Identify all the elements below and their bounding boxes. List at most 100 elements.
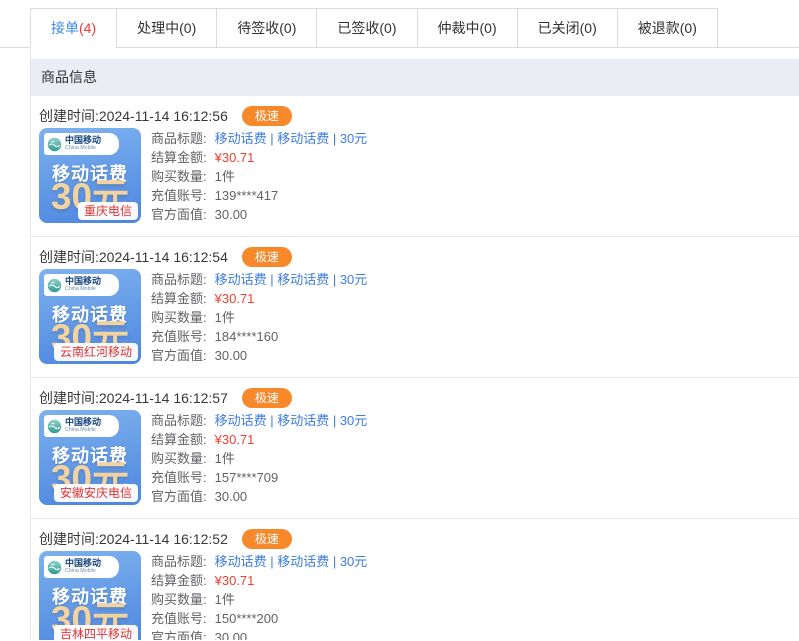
recharge-account-value: 150****200 (215, 609, 279, 628)
tab-received[interactable]: 已签收(0) (316, 8, 417, 48)
order-created-row: 创建时间:2024-11-14 16:12:56 极速 (39, 105, 799, 126)
tab-count: (4) (79, 20, 96, 36)
face-value-label: 官方面值: (151, 346, 207, 365)
recharge-account-label: 充值账号: (151, 327, 207, 346)
recharge-account-label: 充值账号: (151, 609, 207, 628)
product-title-link[interactable]: 移动话费 | 移动话费 | 30元 (215, 129, 368, 148)
settlement-amount-label: 结算金额: (151, 430, 207, 449)
face-value-value: 30.00 (215, 628, 248, 640)
face-value-value: 30.00 (215, 205, 248, 224)
brand-name-en: China Mobile (65, 427, 96, 432)
china-mobile-icon (47, 137, 62, 152)
tab-count: (0) (580, 20, 597, 36)
order-details: 商品标题: 移动话费 | 移动话费 | 30元 结算金额: ¥30.71 购买数量:… (151, 128, 367, 224)
settlement-amount-label: 结算金额: (151, 289, 207, 308)
speed-badge: 极速 (242, 247, 292, 267)
tab-label: 待签收 (237, 20, 279, 36)
quantity-value: 1件 (215, 167, 235, 186)
face-value-value: 30.00 (215, 487, 248, 506)
product-image[interactable]: 中国移动 China Mobile 移动话费 30元 云南红河移动 (39, 269, 141, 364)
tab-count: (0) (480, 20, 497, 36)
settlement-amount-value: ¥30.71 (215, 289, 255, 308)
created-time-label: 创建时间: (39, 388, 99, 408)
tab-label: 处理中 (137, 20, 179, 36)
section-header: 商品信息 (31, 59, 799, 96)
speed-badge: 极速 (242, 388, 292, 408)
settlement-amount-value: ¥30.71 (215, 571, 255, 590)
product-title-label: 商品标题: (151, 129, 207, 148)
speed-badge: 极速 (242, 529, 292, 549)
card-region-tag: 重庆电信 (78, 202, 138, 220)
settlement-amount-value: ¥30.71 (215, 148, 255, 167)
order-details: 商品标题:移动话费 | 移动话费 | 30元 结算金额:¥30.71 购买数量:… (151, 269, 367, 365)
product-title-link[interactable]: 移动话费 | 移动话费 | 30元 (215, 411, 368, 430)
tab-label: 已关闭 (538, 20, 580, 36)
china-mobile-icon (47, 278, 62, 293)
speed-badge: 极速 (242, 106, 292, 126)
tab-count: (0) (680, 20, 697, 36)
quantity-label: 购买数量: (151, 449, 207, 468)
china-mobile-logo: 中国移动 China Mobile (44, 415, 119, 437)
order-item: 创建时间:2024-11-14 16:12:56 极速 中国移动 China M… (31, 96, 799, 237)
quantity-value: 1件 (215, 308, 235, 327)
face-value-label: 官方面值: (151, 628, 207, 640)
product-title-label: 商品标题: (151, 411, 207, 430)
product-title-link[interactable]: 移动话费 | 移动话费 | 30元 (215, 270, 368, 289)
order-created-row: 创建时间:2024-11-14 16:12:57 极速 (39, 387, 799, 408)
china-mobile-logo: 中国移动 China Mobile (44, 274, 119, 296)
product-title-link[interactable]: 移动话费 | 移动话费 | 30元 (215, 552, 368, 571)
tab-label: 已签收 (337, 20, 379, 36)
tab-processing[interactable]: 处理中(0) (116, 8, 217, 48)
brand-name-en: China Mobile (65, 145, 96, 150)
product-image[interactable]: 中国移动 China Mobile 移动话费 30元 重庆电信 (39, 128, 141, 223)
created-time-label: 创建时间: (39, 247, 99, 267)
quantity-value: 1件 (215, 449, 235, 468)
settlement-amount-label: 结算金额: (151, 148, 207, 167)
quantity-label: 购买数量: (151, 167, 207, 186)
product-title-label: 商品标题: (151, 552, 207, 571)
china-mobile-logo: 中国移动 China Mobile (44, 133, 119, 155)
order-item: 创建时间:2024-11-14 16:12:57 极速 中国移动 China M… (31, 378, 799, 519)
card-region-tag: 安徽安庆电信 (54, 484, 138, 502)
settlement-amount-value: ¥30.71 (215, 430, 255, 449)
tab-refunded[interactable]: 被退款(0) (617, 8, 718, 48)
tab-count: (0) (379, 20, 396, 36)
created-time-label: 创建时间: (39, 529, 99, 549)
china-mobile-icon (47, 419, 62, 434)
brand-name-en: China Mobile (65, 568, 96, 573)
order-item: 创建时间:2024-11-14 16:12:52 极速 中国移动 China M… (31, 519, 799, 640)
tab-closed[interactable]: 已关闭(0) (517, 8, 618, 48)
quantity-label: 购买数量: (151, 590, 207, 609)
settlement-amount-label: 结算金额: (151, 571, 207, 590)
face-value-label: 官方面值: (151, 487, 207, 506)
tab-count: (0) (279, 20, 296, 36)
product-title-label: 商品标题: (151, 270, 207, 289)
created-time-value: 2024-11-14 16:12:54 (99, 249, 228, 265)
created-time-value: 2024-11-14 16:12:57 (99, 390, 228, 406)
card-region-tag: 云南红河移动 (54, 343, 138, 361)
order-created-row: 创建时间:2024-11-14 16:12:52 极速 (39, 528, 799, 549)
order-details: 商品标题: 移动话费 | 移动话费 | 30元 结算金额: ¥30.71 购买数量:… (151, 551, 367, 640)
brand-name-en: China Mobile (65, 286, 96, 291)
recharge-account-value: 184****160 (215, 327, 279, 346)
china-mobile-logo: 中国移动 China Mobile (44, 556, 119, 578)
quantity-value: 1件 (215, 590, 235, 609)
product-image[interactable]: 中国移动 China Mobile 移动话费 30元 吉林四平移动 (39, 551, 141, 640)
orders-panel: 商品信息 创建时间:2024-11-14 16:12:56 极速 中国移动 Ch… (30, 48, 799, 640)
tab-label: 被退款 (638, 20, 680, 36)
order-details: 商品标题: 移动话费 | 移动话费 | 30元 结算金额: ¥30.71 购买数量:… (151, 410, 367, 506)
order-status-tabs: 接单(4) 处理中(0) 待签收(0) 已签收(0) 仲裁中(0) 已关闭(0)… (0, 0, 799, 48)
recharge-account-label: 充值账号: (151, 186, 207, 205)
product-image[interactable]: 中国移动 China Mobile 移动话费 30元 安徽安庆电信 (39, 410, 141, 505)
created-time-value: 2024-11-14 16:12:56 (99, 108, 228, 124)
tab-label: 仲裁中 (438, 20, 480, 36)
recharge-account-label: 充值账号: (151, 468, 207, 487)
tab-receiving[interactable]: 接单(4) (30, 8, 117, 48)
card-region-tag: 吉林四平移动 (54, 625, 138, 640)
tab-awaiting-receipt[interactable]: 待签收(0) (216, 8, 317, 48)
tab-label: 接单 (51, 20, 79, 36)
face-value-value: 30.00 (215, 346, 248, 365)
tab-arbitration[interactable]: 仲裁中(0) (417, 8, 518, 48)
china-mobile-icon (47, 560, 62, 575)
tab-count: (0) (179, 20, 196, 36)
